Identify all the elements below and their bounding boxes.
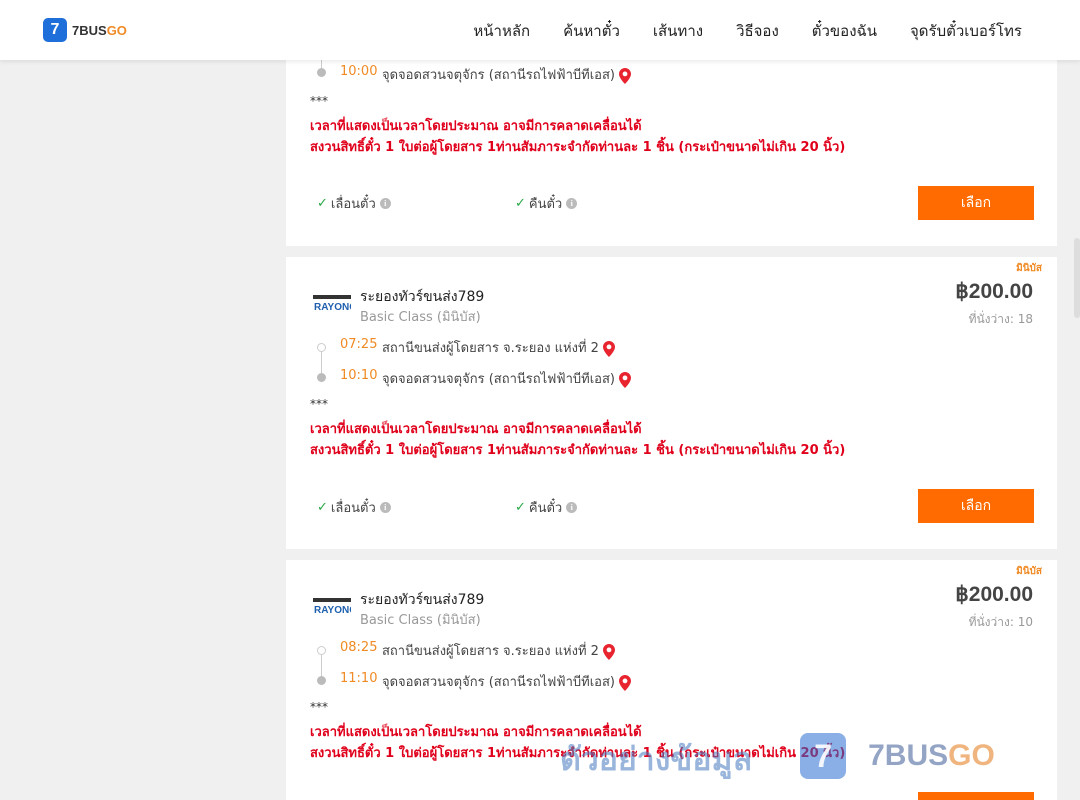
map-pin-icon[interactable] — [618, 67, 631, 84]
note-stars: *** — [310, 700, 328, 714]
departure-dot — [317, 646, 326, 655]
arrival-place-text: จุดจอดสวนจตุจักร (สถานีรถไฟฟ้าบีทีเอส) — [382, 372, 615, 387]
info-icon[interactable]: i — [379, 198, 391, 209]
select-button[interactable]: เลือก — [918, 186, 1034, 220]
bus-class: Basic Class (มินิบัส) — [360, 310, 481, 325]
operator-logo-icon: RAYONG — [313, 598, 351, 616]
note-stars: *** — [310, 94, 328, 108]
svg-text:RAYONG: RAYONG — [314, 605, 351, 616]
nav-routes[interactable]: เส้นทาง — [653, 19, 703, 43]
reschedule-label: เลื่อนตั๋ว — [330, 501, 376, 516]
nav-my-tickets[interactable]: ตั๋วของฉัน — [812, 19, 877, 43]
info-icon[interactable]: i — [379, 502, 391, 513]
reschedule-label: เลื่อนตั๋ว — [330, 197, 376, 212]
map-pin-icon[interactable] — [602, 340, 615, 357]
check-icon: ✓ — [317, 196, 328, 211]
ticket-price: ฿200.00 — [955, 583, 1033, 606]
baggage-policy: สงวนสิทธิ์ตั๋ว 1 ใบต่อผู้โดยสาร 1ท่านสัม… — [310, 140, 846, 155]
arrival-dot — [317, 68, 326, 77]
bus-type-tag: มินิบัส — [1016, 263, 1042, 274]
trip-card: มินิบัส RAYONG ระยองทัวร์ขนส่ง789 Basic … — [286, 257, 1057, 549]
nav-how-to-book[interactable]: วิธีจอง — [736, 19, 779, 43]
map-pin-icon[interactable] — [618, 674, 631, 691]
bus-class: Basic Class (มินิบัส) — [360, 613, 481, 628]
baggage-policy: สงวนสิทธิ์ตั๋ว 1 ใบต่อผู้โดยสาร 1ท่านสัม… — [310, 443, 846, 458]
bus-type-tag: มินิบัส — [1016, 566, 1042, 577]
departure-place-text: สถานีขนส่งผู้โดยสาร จ.ระยอง แห่งที่ 2 — [382, 644, 599, 659]
info-icon[interactable]: i — [566, 502, 578, 513]
logo-badge: 7 — [43, 18, 67, 42]
time-disclaimer: เวลาที่แสดงเป็นเวลาโดยประมาณ อาจมีการคลา… — [310, 422, 642, 437]
top-header: 7 7BUSGO หน้าหลัก ค้นหาตั๋ว เส้นทาง วิธี… — [0, 0, 1080, 60]
departure-place: สถานีขนส่งผู้โดยสาร จ.ระยอง แห่งที่ 2 — [382, 640, 615, 661]
operator-name: ระยองทัวร์ขนส่ง789 — [360, 289, 485, 305]
check-icon: ✓ — [317, 500, 328, 515]
trip-card: มินิบัส RAYONG ระยองทัวร์ขนส่ง789 Basic … — [286, 560, 1057, 800]
check-icon: ✓ — [515, 500, 526, 515]
seats-available: ที่นั่งว่าง: 18 — [968, 312, 1033, 326]
logo-main: 7BUS — [72, 22, 107, 38]
arrival-place-text: จุดจอดสวนจตุจักร (สถานีรถไฟฟ้าบีทีเอส) — [382, 675, 615, 690]
timeline-line — [321, 655, 322, 676]
time-disclaimer: เวลาที่แสดงเป็นเวลาโดยประมาณ อาจมีการคลา… — [310, 119, 642, 134]
refund-label: คืนตั๋ว — [528, 197, 563, 212]
arrival-dot — [317, 373, 326, 382]
arrival-time: 10:00 — [340, 64, 378, 79]
select-button[interactable]: เลือก — [918, 792, 1034, 800]
departure-dot — [317, 343, 326, 352]
arrival-place: จุดจอดสวนจตุจักร (สถานีรถไฟฟ้าบีทีเอส) — [382, 671, 631, 692]
arrival-place: จุดจอดสวนจตุจักร (สถานีรถไฟฟ้าบีทีเอส) — [382, 64, 631, 85]
departure-time: 07:25 — [340, 337, 378, 352]
site-logo[interactable]: 7 7BUSGO — [43, 18, 127, 42]
timeline-line — [321, 352, 322, 373]
note-stars: *** — [310, 397, 328, 411]
logo-go: GO — [106, 22, 127, 38]
seats-available: ที่นั่งว่าง: 10 — [968, 615, 1033, 629]
arrival-place: จุดจอดสวนจตุจักร (สถานีรถไฟฟ้าบีทีเอส) — [382, 368, 631, 389]
operator-name: ระยองทัวร์ขนส่ง789 — [360, 592, 485, 608]
timeline-line — [321, 60, 322, 68]
arrival-dot — [317, 676, 326, 685]
baggage-policy: สงวนสิทธิ์ตั๋ว 1 ใบต่อผู้โดยสาร 1ท่านสัม… — [310, 746, 846, 761]
departure-place: สถานีขนส่งผู้โดยสาร จ.ระยอง แห่งที่ 2 — [382, 337, 615, 358]
operator-logo-icon: RAYONG — [313, 295, 351, 313]
reschedule-policy: ✓ เลื่อนตั๋ว i — [317, 193, 391, 214]
refund-label: คืนตั๋ว — [528, 501, 563, 516]
refund-policy: ✓ คืนตั๋ว i — [515, 497, 578, 518]
refund-policy: ✓ คืนตั๋ว i — [515, 193, 578, 214]
svg-text:RAYONG: RAYONG — [314, 302, 351, 313]
nav-search-ticket[interactable]: ค้นหาตั๋ว — [563, 19, 620, 43]
departure-place-text: สถานีขนส่งผู้โดยสาร จ.ระยอง แห่งที่ 2 — [382, 341, 599, 356]
arrival-time: 11:10 — [340, 671, 378, 686]
info-icon[interactable]: i — [566, 198, 578, 209]
main-nav: หน้าหลัก ค้นหาตั๋ว เส้นทาง วิธีจอง ตั๋วข… — [473, 19, 1022, 43]
arrival-time: 10:10 — [340, 368, 378, 383]
ticket-price: ฿200.00 — [955, 280, 1033, 303]
reschedule-policy: ✓ เลื่อนตั๋ว i — [317, 497, 391, 518]
scrollbar-thumb[interactable] — [1074, 238, 1080, 318]
nav-home[interactable]: หน้าหลัก — [473, 19, 530, 43]
arrival-place-text: จุดจอดสวนจตุจักร (สถานีรถไฟฟ้าบีทีเอส) — [382, 68, 615, 83]
logo-text: 7BUSGO — [72, 23, 127, 38]
map-pin-icon[interactable] — [618, 371, 631, 388]
time-disclaimer: เวลาที่แสดงเป็นเวลาโดยประมาณ อาจมีการคลา… — [310, 725, 642, 740]
map-pin-icon[interactable] — [602, 643, 615, 660]
departure-time: 08:25 — [340, 640, 378, 655]
nav-ticket-pickup-phone[interactable]: จุดรับตั๋วเบอร์โทร — [910, 19, 1022, 43]
select-button[interactable]: เลือก — [918, 489, 1034, 523]
check-icon: ✓ — [515, 196, 526, 211]
